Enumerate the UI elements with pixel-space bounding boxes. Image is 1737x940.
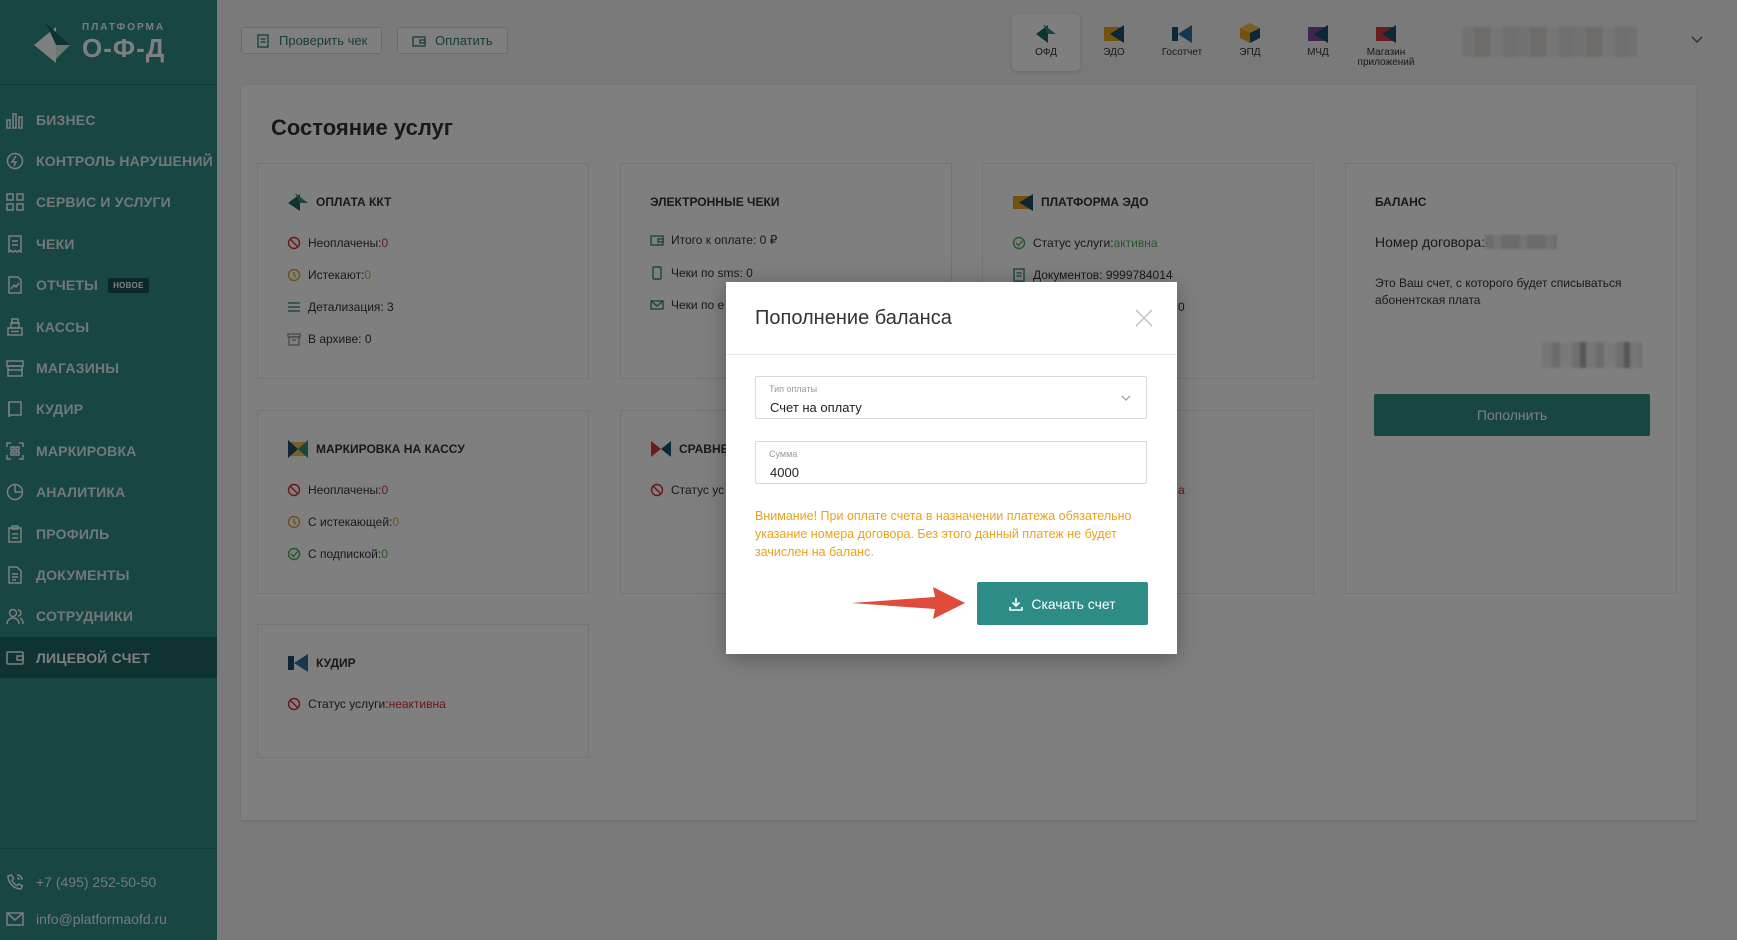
payment-type-value: Счет на оплату (770, 400, 862, 415)
modal-title: Пополнение баланса (755, 307, 952, 329)
payment-warning: Внимание! При оплате счета в назначении … (755, 509, 1132, 559)
payment-type-select[interactable]: Тип оплаты Счет на оплату (755, 376, 1147, 419)
chevron-down-icon (1121, 395, 1131, 401)
download-icon (1009, 597, 1024, 611)
download-invoice-button[interactable]: Скачать счет (977, 582, 1148, 625)
pointer-arrow-annotation (851, 587, 965, 619)
download-invoice-label: Скачать счет (1031, 595, 1116, 612)
modal-header: Пополнение баланса (726, 282, 1177, 355)
close-icon[interactable] (1133, 307, 1155, 329)
amount-label: Сумма (769, 449, 798, 459)
payment-type-label: Тип оплаты (769, 384, 818, 394)
amount-input[interactable]: Сумма 4000 (755, 441, 1147, 484)
amount-value: 4000 (770, 465, 799, 480)
